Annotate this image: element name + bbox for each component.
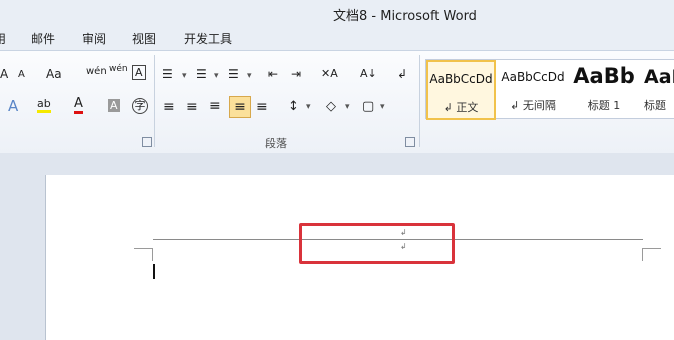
char-shading-button[interactable]: A (108, 99, 120, 112)
window-title: 文档8 - Microsoft Word (333, 9, 477, 24)
clear-format-label[interactable]: wén (109, 64, 128, 74)
style-name: 标题 1 (587, 99, 621, 112)
dropdown-arrow-icon[interactable]: ▾ (247, 71, 252, 81)
ribbon: A A Aa wén wén A A ab A A 字 ☰ ▾ ☰ ▾ ☰ ▾ … (0, 50, 674, 154)
style-preview: AaBbCcDd (501, 70, 565, 84)
font-color-button[interactable]: A (74, 96, 83, 114)
dropdown-arrow-icon[interactable]: ▾ (306, 102, 311, 112)
dropdown-arrow-icon[interactable]: ▾ (345, 102, 350, 112)
phonetic-guide-button[interactable]: wén (86, 66, 107, 77)
change-case-button[interactable]: Aa (46, 67, 62, 81)
tab-view[interactable]: 视图 (132, 30, 156, 47)
center-button[interactable]: ≡ (186, 99, 198, 115)
tab-developer[interactable]: 开发工具 (184, 30, 232, 47)
chinese-layout-button[interactable]: ✕A (321, 67, 338, 80)
tab-review[interactable]: 审阅 (82, 30, 106, 47)
annotation-highlight-box (299, 223, 455, 264)
justify-button[interactable]: ≡ (229, 96, 251, 118)
align-left-button[interactable]: ≡ (163, 99, 175, 115)
font-dialog-launcher[interactable] (142, 137, 152, 147)
decrease-indent-button[interactable]: ⇤ (268, 67, 278, 81)
clear-format-icon: wén (109, 64, 128, 74)
text-cursor (153, 264, 155, 279)
grow-font-button[interactable]: A (0, 67, 8, 81)
enclose-char-button[interactable]: 字 (132, 98, 148, 114)
paragraph-shading-button[interactable]: ◇ (326, 99, 336, 114)
style-name: ↲ 正文 (443, 101, 479, 114)
margin-corner-mark (134, 248, 153, 261)
group-separator (419, 55, 420, 147)
show-marks-button[interactable]: ↲ (397, 67, 407, 81)
paragraph-group-label: 段落 (265, 137, 287, 150)
style-preview: AaBb (573, 64, 635, 88)
multilevel-list-button[interactable]: ☰ (228, 67, 239, 81)
style-normal[interactable]: AaBbCcDd ↲ 正文 (426, 60, 496, 120)
paragraph-dialog-launcher[interactable] (405, 137, 415, 147)
align-right-button[interactable]: ≡ (209, 98, 221, 114)
style-name: ↲ 无间隔 (510, 99, 556, 112)
borders-button[interactable]: ▢ (362, 99, 374, 114)
ribbon-tabs: 用 邮件 审阅 视图 开发工具 (0, 26, 674, 50)
char-border-button[interactable]: A (132, 65, 146, 80)
numbering-button[interactable]: ☰ (196, 67, 207, 81)
margin-corner-mark (642, 248, 661, 261)
group-separator (154, 55, 155, 147)
dropdown-arrow-icon[interactable]: ▾ (380, 102, 385, 112)
style-heading-1[interactable]: AaBb 标题 1 (572, 60, 636, 116)
title-bar: 文档8 - Microsoft Word (0, 0, 674, 26)
dropdown-arrow-icon[interactable]: ▾ (214, 71, 219, 81)
tab-mailings[interactable]: 邮件 (31, 30, 55, 47)
style-preview: AaE (644, 66, 674, 88)
text-effects-button[interactable]: A (8, 97, 18, 115)
line-spacing-button[interactable]: ↕ (288, 99, 299, 114)
style-name: 标题 (644, 99, 666, 112)
tab-reference[interactable]: 用 (0, 30, 6, 47)
increase-indent-button[interactable]: ⇥ (291, 67, 301, 81)
styles-gallery: AaBbCcDd ↲ 正文 AaBbCcDd ↲ 无间隔 AaBb 标题 1 A… (425, 59, 674, 120)
style-title[interactable]: AaE 标题 (640, 60, 674, 116)
dropdown-arrow-icon[interactable]: ▾ (182, 71, 187, 81)
distributed-button[interactable]: ≡ (256, 99, 268, 115)
style-preview: AaBbCcDd (429, 72, 493, 86)
bullets-button[interactable]: ☰ (162, 67, 173, 81)
sort-button[interactable]: A↓ (360, 67, 377, 80)
highlight-button[interactable]: ab (37, 97, 51, 113)
shrink-font-button[interactable]: A (18, 69, 25, 80)
style-no-spacing[interactable]: AaBbCcDd ↲ 无间隔 (498, 60, 568, 116)
